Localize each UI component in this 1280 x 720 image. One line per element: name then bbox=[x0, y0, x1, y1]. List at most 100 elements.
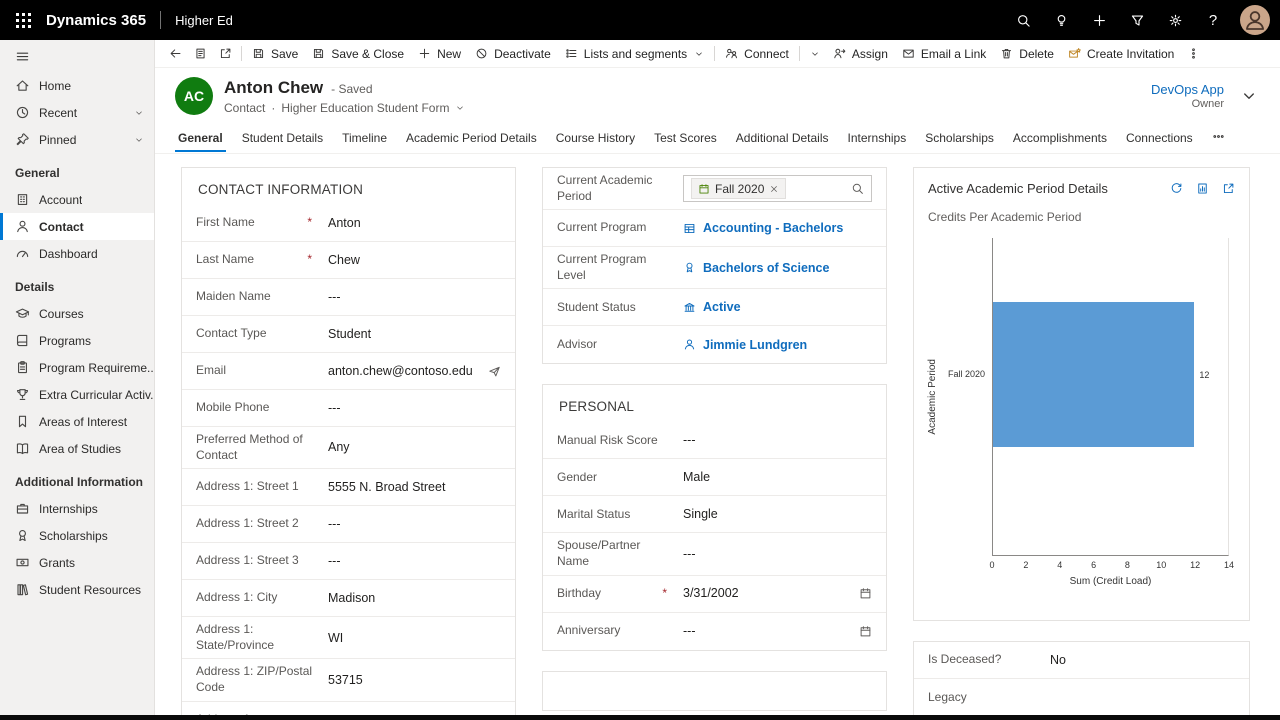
quick-create-plus-icon[interactable] bbox=[1082, 3, 1116, 37]
save-and-close-button[interactable]: Save & Close bbox=[305, 40, 411, 68]
more-tabs-button[interactable] bbox=[1209, 130, 1228, 146]
tab-accomplishments[interactable]: Accomplishments bbox=[1010, 124, 1110, 152]
selected-record-chip[interactable]: Fall 2020 bbox=[691, 178, 786, 199]
sidebar-item-pinned[interactable]: Pinned bbox=[0, 126, 154, 153]
hamburger-menu-icon[interactable] bbox=[0, 40, 154, 72]
sidebar-item-programs[interactable]: Programs bbox=[0, 327, 154, 354]
app-title[interactable]: Dynamics 365 bbox=[46, 12, 146, 29]
field-value[interactable]: 53715 bbox=[328, 672, 501, 688]
field-value[interactable]: 3/31/2002 bbox=[683, 585, 855, 601]
calendar-icon[interactable] bbox=[859, 625, 872, 638]
settings-gear-icon[interactable] bbox=[1158, 3, 1192, 37]
field-value[interactable]: No bbox=[1050, 652, 1235, 668]
field-value[interactable]: Anton bbox=[328, 215, 501, 231]
lookup-link-student-status[interactable]: Active bbox=[683, 299, 872, 315]
chevron-down-icon[interactable] bbox=[134, 108, 144, 118]
sidebar-item-program-requirements[interactable]: Program Requireme... bbox=[0, 354, 154, 381]
chart-category-label: Fall 2020 bbox=[948, 369, 985, 379]
chart-bar[interactable] bbox=[993, 302, 1194, 447]
calendar-icon[interactable] bbox=[859, 587, 872, 600]
tab-additional-details[interactable]: Additional Details bbox=[733, 124, 832, 152]
lookup-link-current-program[interactable]: Accounting - Bachelors bbox=[683, 220, 872, 236]
sidebar-item-home[interactable]: Home bbox=[0, 72, 154, 99]
sidebar-item-recent[interactable]: Recent bbox=[0, 99, 154, 126]
field-value[interactable]: Madison bbox=[328, 590, 501, 606]
tab-general[interactable]: General bbox=[175, 124, 226, 152]
tab-internships[interactable]: Internships bbox=[845, 124, 910, 152]
lightbulb-icon[interactable] bbox=[1044, 3, 1078, 37]
tab-scholarships[interactable]: Scholarships bbox=[922, 124, 997, 152]
chart-y-axis-label: Academic Period bbox=[927, 359, 938, 435]
environment-name[interactable]: Higher Ed bbox=[175, 13, 233, 28]
deactivate-button[interactable]: Deactivate bbox=[468, 40, 558, 68]
sidebar-item-areas-of-interest[interactable]: Areas of Interest bbox=[0, 408, 154, 435]
field-value[interactable]: --- bbox=[683, 432, 872, 448]
sidebar-item-courses[interactable]: Courses bbox=[0, 300, 154, 327]
sidebar-item-extra-curricular[interactable]: Extra Curricular Activ... bbox=[0, 381, 154, 408]
tab-academic-period-details[interactable]: Academic Period Details bbox=[403, 124, 540, 152]
waffle-menu-icon[interactable] bbox=[0, 0, 46, 40]
back-button[interactable] bbox=[163, 40, 188, 68]
show-form-tabs-button[interactable] bbox=[188, 40, 213, 68]
collapse-header-chevron-icon[interactable] bbox=[1240, 87, 1258, 105]
filter-icon[interactable] bbox=[1120, 3, 1154, 37]
academic-period-lookup[interactable]: Fall 2020 bbox=[683, 175, 872, 202]
open-in-new-window-button[interactable] bbox=[213, 40, 238, 68]
field-value[interactable]: --- bbox=[328, 553, 501, 569]
field-value[interactable]: Chew bbox=[328, 252, 501, 268]
field-value[interactable]: anton.chew@contoso.edu bbox=[328, 363, 484, 379]
connect-button[interactable]: Connect bbox=[718, 40, 796, 68]
form-name: Higher Education Student Form bbox=[281, 101, 449, 115]
field-value[interactable]: --- bbox=[683, 623, 855, 639]
owner-value[interactable]: DevOps App bbox=[1151, 82, 1224, 97]
field-value[interactable]: WI bbox=[328, 630, 501, 646]
sidebar-item-grants[interactable]: Grants bbox=[0, 549, 154, 576]
connect-flyout-button[interactable] bbox=[803, 40, 826, 68]
search-icon[interactable] bbox=[851, 182, 864, 195]
help-icon[interactable]: ? bbox=[1196, 3, 1230, 37]
form-selector[interactable]: Contact · Higher Education Student Form bbox=[224, 101, 465, 115]
sidebar-item-dashboard[interactable]: Dashboard bbox=[0, 240, 154, 267]
email-a-link-button[interactable]: Email a Link bbox=[895, 40, 993, 68]
field-value[interactable]: Male bbox=[683, 469, 872, 485]
tab-course-history[interactable]: Course History bbox=[553, 124, 638, 152]
sidebar-item-internships[interactable]: Internships bbox=[0, 495, 154, 522]
search-icon[interactable] bbox=[1006, 3, 1040, 37]
assign-button[interactable]: Assign bbox=[826, 40, 895, 68]
chevron-down-icon[interactable] bbox=[134, 135, 144, 145]
sidebar-item-area-of-studies[interactable]: Area of Studies bbox=[0, 435, 154, 462]
sidebar-item-student-resources[interactable]: Student Resources bbox=[0, 576, 154, 603]
field-value[interactable]: Student bbox=[328, 326, 501, 342]
lookup-link-program-level[interactable]: Bachelors of Science bbox=[683, 260, 872, 276]
create-invitation-button[interactable]: Create Invitation bbox=[1061, 40, 1181, 68]
sidebar-item-scholarships[interactable]: Scholarships bbox=[0, 522, 154, 549]
lists-and-segments-button[interactable]: Lists and segments bbox=[558, 40, 711, 68]
send-email-icon[interactable] bbox=[488, 365, 501, 378]
new-button[interactable]: New bbox=[411, 40, 468, 68]
delete-button[interactable]: Delete bbox=[993, 40, 1061, 68]
more-commands-button[interactable] bbox=[1181, 40, 1206, 68]
sidebar-item-contact[interactable]: Contact bbox=[0, 213, 154, 240]
chevron-down-icon bbox=[455, 103, 465, 113]
sidebar-item-account[interactable]: Account bbox=[0, 186, 154, 213]
lookup-link-advisor[interactable]: Jimmie Lundgren bbox=[683, 337, 872, 353]
tab-timeline[interactable]: Timeline bbox=[339, 124, 390, 152]
refresh-icon[interactable] bbox=[1170, 182, 1183, 195]
field-value[interactable]: Any bbox=[328, 439, 501, 455]
owner-field[interactable]: DevOps App Owner bbox=[1151, 82, 1224, 110]
tab-student-details[interactable]: Student Details bbox=[239, 124, 326, 152]
field-value[interactable]: --- bbox=[328, 289, 501, 305]
save-button[interactable]: Save bbox=[245, 40, 305, 68]
field-value[interactable]: --- bbox=[328, 516, 501, 532]
field-value[interactable]: 5555 N. Broad Street bbox=[328, 479, 501, 495]
field-row: GenderMale bbox=[543, 459, 886, 496]
remove-value-icon[interactable] bbox=[769, 184, 779, 194]
field-value[interactable]: --- bbox=[328, 400, 501, 416]
tab-test-scores[interactable]: Test Scores bbox=[651, 124, 720, 152]
tab-connections[interactable]: Connections bbox=[1123, 124, 1196, 152]
field-value[interactable]: --- bbox=[683, 546, 872, 562]
field-value[interactable]: Single bbox=[683, 506, 872, 522]
expand-chart-icon[interactable] bbox=[1222, 182, 1235, 195]
user-avatar[interactable] bbox=[1240, 5, 1270, 35]
view-records-icon[interactable] bbox=[1196, 182, 1209, 195]
